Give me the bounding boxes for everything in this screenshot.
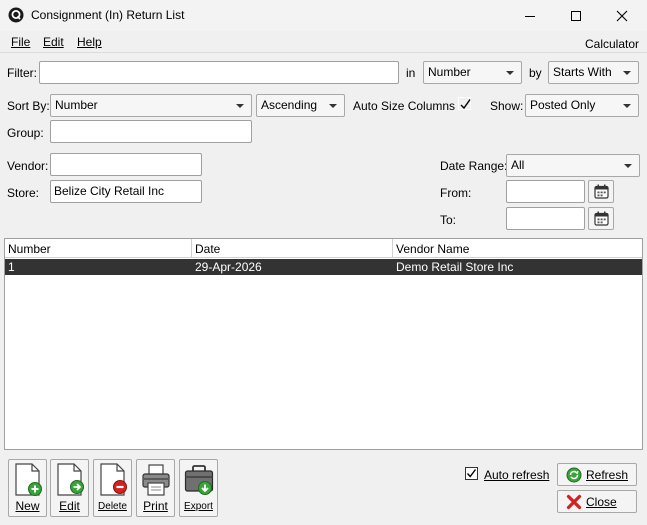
show-filter-value: Posted Only [530, 98, 596, 112]
minimize-button[interactable] [507, 0, 553, 31]
filter-field-value: Number [428, 65, 471, 79]
chevron-down-icon [624, 164, 632, 168]
edit-button-label: Edit [59, 499, 80, 513]
results-table[interactable]: Number Date Vendor Name 1 29-Apr-2026 De… [4, 238, 643, 450]
close-window-button[interactable] [599, 0, 645, 31]
window-title: Consignment (In) Return List [31, 8, 185, 22]
auto-refresh-checkbox[interactable] [465, 467, 478, 480]
new-button[interactable]: New [8, 459, 47, 517]
filter-in-label: in [406, 66, 416, 80]
refresh-icon [566, 467, 582, 482]
export-case-icon [184, 465, 214, 495]
table-row[interactable]: 1 29-Apr-2026 Demo Retail Store Inc [5, 259, 642, 275]
to-date-label: To: [440, 213, 457, 227]
menu-file[interactable]: File [11, 35, 30, 49]
filter-input[interactable] [39, 61, 399, 84]
filter-mode-select[interactable]: Starts With [548, 61, 639, 84]
refresh-button[interactable]: Refresh [557, 463, 637, 486]
show-filter-select[interactable]: Posted Only [525, 94, 639, 117]
sort-by-label: Sort By: [7, 99, 50, 113]
print-button-label: Print [143, 499, 168, 513]
delete-document-icon [100, 463, 127, 496]
filter-by-label: by [529, 66, 542, 80]
checkmark-icon [466, 469, 477, 478]
filter-field-select[interactable]: Number [423, 61, 522, 84]
date-range-select[interactable]: All [506, 154, 640, 177]
maximize-button[interactable] [553, 0, 599, 31]
export-button-label: Export [184, 501, 213, 512]
sort-order-value: Ascending [261, 98, 318, 112]
edit-button[interactable]: Edit [50, 459, 89, 517]
filter-label: Filter: [7, 66, 37, 80]
close-button-label: Close [586, 494, 617, 509]
new-document-icon [15, 463, 42, 496]
chevron-down-icon [623, 71, 631, 75]
delete-button-label: Delete [98, 501, 127, 512]
delete-button[interactable]: Delete [93, 459, 132, 517]
vendor-label: Vendor: [7, 159, 49, 173]
cell-number: 1 [8, 260, 15, 274]
from-date-input[interactable] [506, 180, 585, 203]
cell-vendor-name: Demo Retail Store Inc [396, 260, 514, 274]
printer-icon [142, 464, 170, 496]
sort-field-value: Number [55, 98, 98, 112]
maximize-icon [571, 10, 581, 21]
auto-refresh-label: Auto refresh [484, 468, 550, 482]
store-input[interactable]: Belize City Retail Inc [50, 180, 202, 203]
checkmark-icon [460, 99, 471, 110]
chevron-down-icon [236, 104, 244, 108]
app-logo-icon [8, 7, 24, 23]
vendor-input[interactable] [50, 153, 202, 176]
from-date-picker-button[interactable] [588, 180, 614, 203]
minimize-icon [525, 15, 535, 17]
column-header-number[interactable]: Number [5, 239, 192, 258]
print-button[interactable]: Print [136, 459, 175, 517]
filter-mode-value: Starts With [553, 65, 612, 79]
calendar-icon [593, 211, 609, 226]
close-icon [616, 10, 628, 21]
refresh-button-label: Refresh [586, 467, 629, 482]
close-x-icon [566, 494, 582, 509]
column-header-vendor-name[interactable]: Vendor Name [393, 239, 642, 258]
date-range-label: Date Range: [440, 159, 508, 173]
auto-size-columns-label: Auto Size Columns [353, 99, 456, 113]
new-button-label: New [15, 499, 40, 513]
store-label: Store: [7, 186, 40, 200]
to-date-input[interactable] [506, 207, 585, 230]
group-input[interactable] [50, 120, 252, 143]
sort-order-select[interactable]: Ascending [256, 94, 345, 117]
sort-field-select[interactable]: Number [50, 94, 252, 117]
menu-help[interactable]: Help [77, 35, 102, 49]
table-header: Number Date Vendor Name [5, 239, 642, 258]
from-date-label: From: [440, 186, 472, 200]
auto-size-columns-checkbox[interactable] [458, 97, 471, 110]
chevron-down-icon [329, 104, 337, 108]
menu-calculator[interactable]: Calculator [585, 37, 639, 51]
column-header-date[interactable]: Date [192, 239, 393, 258]
show-label: Show: [490, 99, 524, 113]
date-range-value: All [511, 158, 525, 172]
chevron-down-icon [623, 104, 631, 108]
export-button[interactable]: Export [179, 459, 218, 517]
calendar-icon [593, 184, 609, 199]
chevron-down-icon [506, 71, 514, 75]
menu-edit[interactable]: Edit [43, 35, 64, 49]
cell-date: 29-Apr-2026 [195, 260, 262, 274]
to-date-picker-button[interactable] [588, 207, 614, 230]
group-label: Group: [7, 126, 44, 140]
edit-document-icon [57, 463, 84, 496]
close-button[interactable]: Close [557, 490, 637, 513]
